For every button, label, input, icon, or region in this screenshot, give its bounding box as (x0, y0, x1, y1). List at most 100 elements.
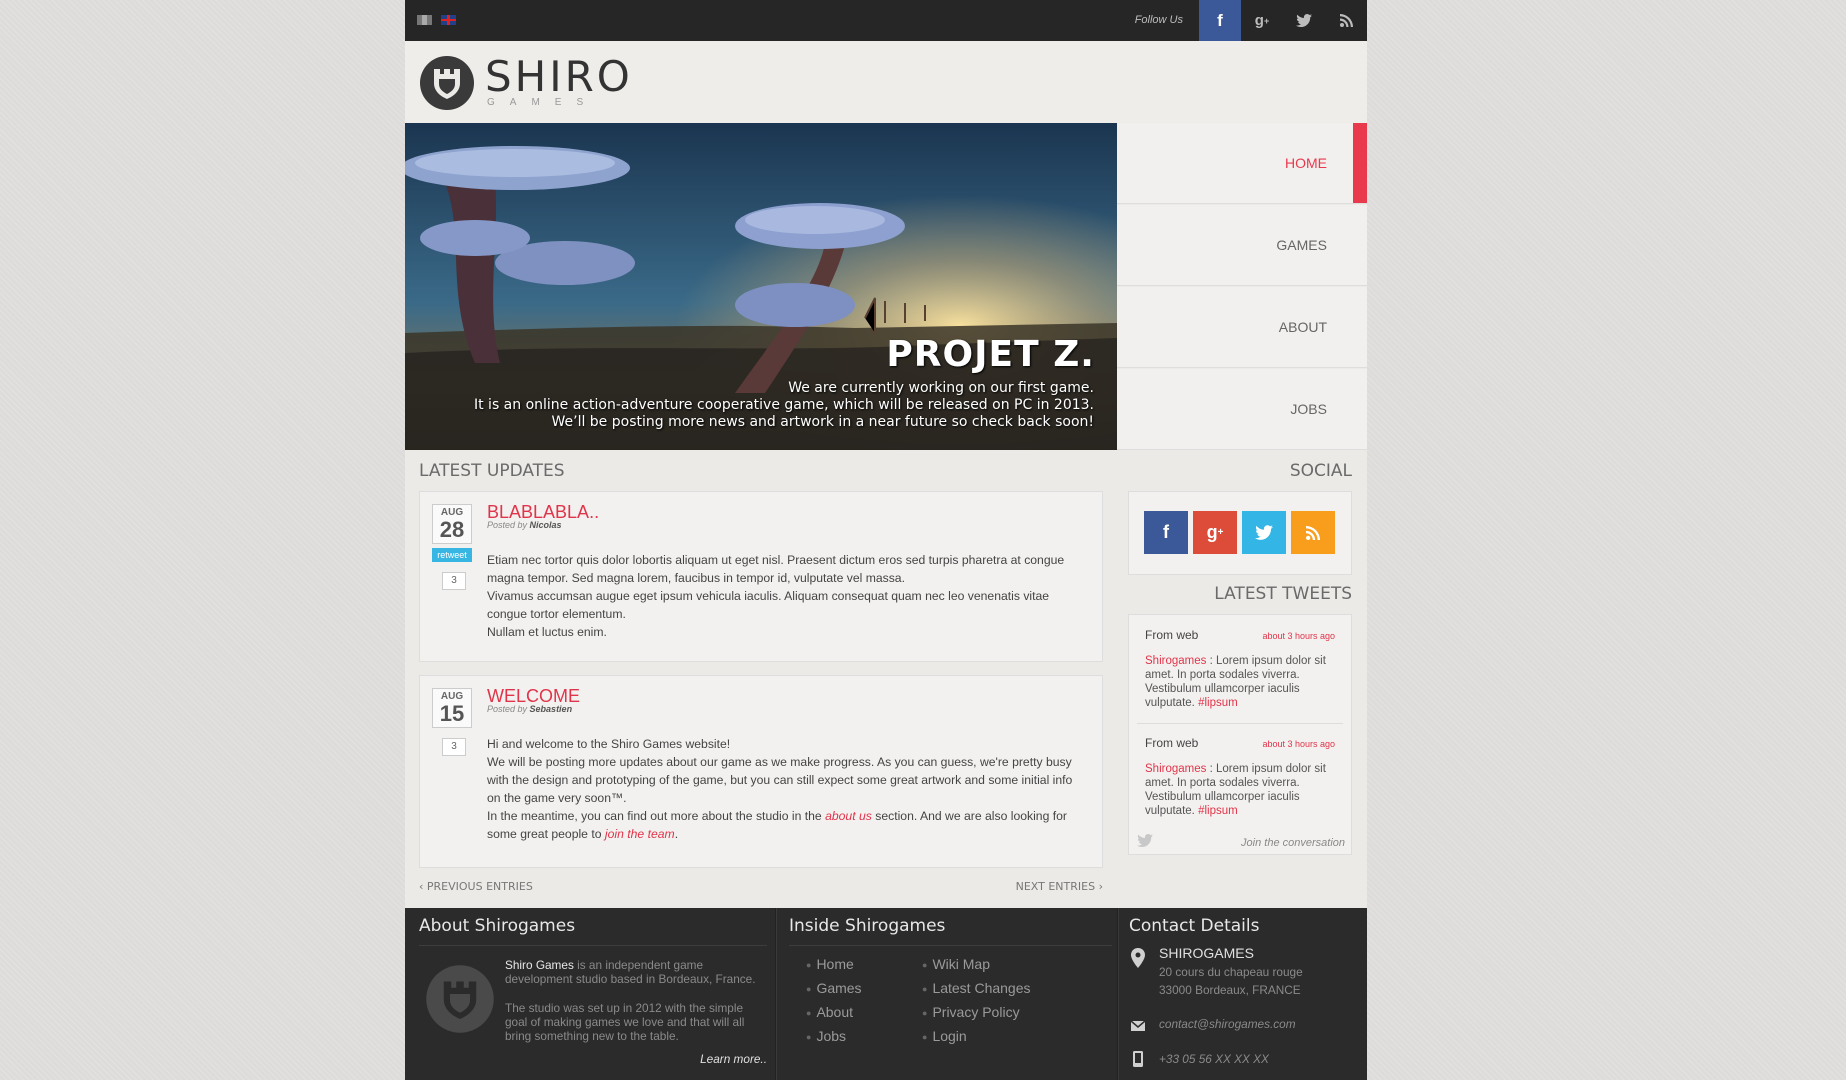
latest-updates-title: LATEST UPDATES (419, 461, 565, 481)
nav-item-games[interactable]: GAMES (1117, 205, 1367, 286)
post-body: Hi and welcome to the Shiro Games websit… (487, 735, 1087, 843)
join-the-team-link[interactable]: join the team (605, 827, 675, 841)
footer-divider (789, 945, 1112, 946)
logo-subtitle: GAMES (487, 97, 599, 108)
logo-text[interactable]: SHIRO (485, 55, 633, 99)
post-text: . (674, 827, 679, 841)
post-paragraph: Hi and welcome to the Shiro Games websit… (487, 737, 731, 751)
footer-about-title: About Shirogames (419, 916, 576, 936)
comment-count[interactable]: 3 (442, 738, 466, 756)
about-us-link[interactable]: about us (825, 809, 872, 823)
footer-contact-title: Contact Details (1129, 916, 1260, 936)
facebook-icon[interactable]: f (1144, 511, 1188, 554)
google-plus-icon[interactable]: g + (1193, 511, 1237, 554)
join-conversation-link[interactable]: Join the conversation (1241, 837, 1345, 849)
footer-about-text: Shiro Games is an independent game devel… (505, 958, 767, 986)
latest-tweets-title: LATEST TWEETS (1214, 584, 1352, 604)
comment-count[interactable]: 3 (442, 572, 466, 590)
tweet-hashtag-link[interactable]: #lipsum (1198, 697, 1238, 709)
posted-by-label: Posted by (487, 704, 528, 714)
location-pin-icon (1131, 948, 1145, 973)
footer-link-login[interactable]: Login (922, 1028, 966, 1044)
footer-divider (419, 945, 767, 946)
main-nav: HOME GAMES ABOUT JOBS (1117, 123, 1367, 451)
footer-company-name: Shiro Games (505, 958, 574, 972)
footer-column-divider (775, 908, 777, 1080)
phone-icon (1133, 1051, 1143, 1072)
footer-link-wiki-map[interactable]: Wiki Map (922, 956, 990, 972)
fr-flag-icon[interactable] (417, 15, 432, 25)
tweet-item: From web about 3 hours ago Shirogames : … (1145, 736, 1335, 818)
mail-icon (1130, 1018, 1146, 1036)
rss-icon[interactable] (1291, 511, 1335, 554)
tweet-text: Shirogames : Lorem ipsum dolor sit amet.… (1145, 762, 1335, 818)
post-meta: Posted by Nicolas (487, 520, 562, 530)
twitter-icon[interactable] (1283, 0, 1325, 41)
retweet-button[interactable]: retweet (432, 548, 472, 562)
footer-link-games[interactable]: Games (806, 980, 861, 996)
contact-phone: +33 05 56 XX XX XX (1159, 1052, 1269, 1066)
hero-line-2: It is an online action-adventure coopera… (473, 397, 1094, 413)
post-welcome: AUG 15 3 WELCOME Posted by Sebastien Hi … (419, 675, 1103, 868)
tweet-user-link[interactable]: Shirogames (1145, 763, 1206, 775)
twitter-icon[interactable] (1242, 511, 1286, 554)
castle-logo-icon[interactable] (419, 55, 475, 116)
site-footer: About Shirogames Shiro Games is an indep… (405, 908, 1367, 1080)
footer-link-jobs[interactable]: Jobs (806, 1028, 846, 1044)
google-plus-icon[interactable]: g + (1241, 0, 1283, 41)
facebook-icon[interactable]: f (1199, 0, 1241, 41)
previous-entries-link[interactable]: ‹ PREVIOUS ENTRIES (419, 880, 533, 893)
previous-entries-label: PREVIOUS ENTRIES (426, 880, 533, 893)
next-entries-link[interactable]: NEXT ENTRIES › (1016, 880, 1103, 893)
hero-title: PROJET Z. (886, 334, 1095, 375)
post-author[interactable]: Nicolas (530, 520, 562, 530)
post-date-day: 28 (439, 517, 465, 542)
hero-line-1: We are currently working on our first ga… (788, 380, 1094, 396)
follow-us-label: Follow Us (1134, 14, 1183, 26)
en-flag-icon[interactable] (441, 15, 456, 25)
tweets-box: From web about 3 hours ago Shirogames : … (1128, 614, 1352, 855)
post-paragraph: In the meantime, you can find out more a… (487, 807, 1087, 843)
footer-link-latest-changes[interactable]: Latest Changes (922, 980, 1030, 996)
next-entries-label: NEXT ENTRIES (1015, 880, 1096, 893)
rss-icon[interactable] (1325, 0, 1367, 41)
post-paragraph: Etiam nec tortor quis dolor lobortis ali… (487, 553, 1065, 585)
post-paragraph: Vivamus accumsan augue eget ipsum vehicu… (487, 589, 1050, 621)
contact-address-2: 33000 Bordeaux, FRANCE (1159, 983, 1301, 997)
tweet-user-link[interactable]: Shirogames (1145, 655, 1206, 667)
site-header: SHIRO GAMES (405, 41, 1367, 124)
post-blablabla: AUG 28 retweet 3 BLABLABLA.. Posted by N… (419, 491, 1103, 662)
learn-more-link[interactable]: Learn more.. (700, 1052, 767, 1066)
footer-column-divider (1117, 908, 1119, 1080)
tweet-time[interactable]: about 3 hours ago (1262, 629, 1335, 643)
post-paragraph: We will be posting more updates about ou… (487, 755, 1073, 805)
social-title: SOCIAL (1289, 461, 1352, 481)
social-box: f g + (1128, 491, 1352, 575)
tweet-item: From web about 3 hours ago Shirogames : … (1145, 628, 1335, 710)
contact-address-1: 20 cours du chapeau rouge (1159, 965, 1303, 979)
nav-item-home[interactable]: HOME (1117, 123, 1367, 204)
contact-email-link[interactable]: contact@shirogames.com (1159, 1017, 1296, 1031)
hero-line-3: We’ll be posting more news and artwork i… (551, 414, 1094, 430)
nav-item-jobs[interactable]: JOBS (1117, 369, 1367, 450)
footer-inside-title: Inside Shirogames (789, 916, 946, 936)
footer-link-about[interactable]: About (806, 1004, 853, 1020)
tweet-time[interactable]: about 3 hours ago (1262, 737, 1335, 751)
page: Follow Us f g + SHIRO GAMES PROJET Z. We… (405, 0, 1367, 1080)
posted-by-label: Posted by (487, 520, 528, 530)
contact-company: SHIROGAMES (1159, 945, 1254, 961)
chevron-left-icon: ‹ (419, 880, 427, 893)
twitter-bird-icon (1137, 834, 1153, 852)
hero-banner[interactable]: PROJET Z. We are currently working on ou… (405, 123, 1117, 450)
footer-link-privacy-policy[interactable]: Privacy Policy (922, 1004, 1019, 1020)
footer-link-home[interactable]: Home (806, 956, 853, 972)
nav-item-about[interactable]: ABOUT (1117, 287, 1367, 368)
chevron-right-icon: › (1095, 880, 1103, 893)
post-meta: Posted by Sebastien (487, 704, 572, 714)
tweet-hashtag-link[interactable]: #lipsum (1198, 805, 1238, 817)
post-date: AUG 28 (432, 504, 472, 544)
post-author[interactable]: Sebastien (530, 704, 573, 714)
footer-about-text-2: The studio was set up in 2012 with the s… (505, 1001, 745, 1043)
top-bar: Follow Us f g + (405, 0, 1367, 41)
post-body: Etiam nec tortor quis dolor lobortis ali… (487, 551, 1087, 641)
